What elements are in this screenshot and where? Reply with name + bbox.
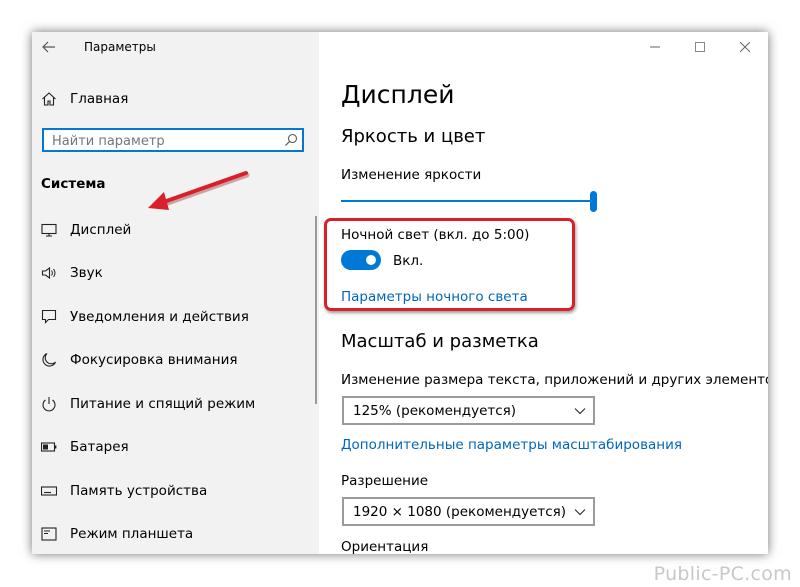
sidebar-item-label: Уведомления и действия (70, 308, 249, 325)
toggle-state-label: Вкл. (393, 253, 424, 269)
resolution-label: Разрешение (341, 473, 429, 489)
minimize-button[interactable] (646, 38, 664, 56)
sidebar-item-tablet-mode[interactable]: Режим планшета (32, 513, 319, 555)
brightness-color-heading: Яркость и цвет (341, 126, 486, 147)
sidebar-item-notifications[interactable]: Уведомления и действия (32, 295, 319, 339)
notification-icon (40, 308, 58, 326)
night-light-label: Ночной свет (вкл. до 5:00) (341, 227, 530, 243)
chevron-down-icon (574, 509, 586, 516)
sidebar-item-label: Режим планшета (70, 526, 194, 543)
close-icon (740, 42, 750, 52)
speaker-icon (40, 264, 58, 282)
brightness-slider-thumb[interactable] (590, 191, 597, 212)
maximize-button[interactable] (691, 38, 709, 56)
page-title: Дисплей (341, 80, 455, 109)
brightness-label: Изменение яркости (341, 167, 482, 183)
resolution-selected-value: 1920 × 1080 (рекомендуется) (353, 504, 567, 520)
settings-window: Параметры Главная Система (32, 32, 768, 554)
scale-selected-value: 125% (рекомендуется) (353, 403, 517, 419)
moon-icon (40, 351, 58, 369)
toggle-knob (366, 255, 376, 265)
search-input[interactable] (50, 132, 280, 150)
sidebar-item-label: Главная (70, 91, 129, 107)
sidebar-item-sound[interactable]: Звук (32, 252, 319, 296)
minimize-icon (650, 46, 660, 48)
maximize-icon (695, 42, 705, 52)
sidebar-item-label: Питание и спящий режим (70, 395, 256, 412)
sidebar-item-label: Фокусировка внимания (70, 352, 238, 369)
battery-icon (40, 438, 58, 456)
resolution-dropdown[interactable]: 1920 × 1080 (рекомендуется) (342, 497, 595, 526)
sidebar: Параметры Главная Система (32, 32, 319, 554)
orientation-label: Ориентация (341, 539, 429, 554)
tablet-icon (40, 525, 58, 543)
storage-icon (40, 482, 58, 500)
sidebar-item-home[interactable]: Главная (32, 84, 319, 114)
watermark: Public-PC.com (653, 563, 792, 585)
sidebar-item-battery[interactable]: Батарея (32, 426, 319, 470)
night-light-toggle[interactable] (341, 250, 381, 270)
back-button[interactable] (38, 36, 60, 58)
home-icon (40, 90, 58, 108)
window-title: Параметры (84, 40, 156, 54)
sidebar-item-label: Дисплей (70, 221, 132, 238)
scale-dropdown[interactable]: 125% (рекомендуется) (342, 396, 595, 425)
section-title: Система (41, 176, 106, 192)
sidebar-item-label: Звук (70, 265, 103, 282)
search-icon[interactable] (284, 133, 298, 147)
window-controls (628, 32, 768, 62)
sidebar-item-focus-assist[interactable]: Фокусировка внимания (32, 339, 319, 383)
sidebar-item-storage[interactable]: Память устройства (32, 469, 319, 513)
chevron-down-icon (574, 408, 586, 415)
sidebar-item-label: Память устройства (70, 482, 208, 499)
brightness-slider-track[interactable] (341, 200, 593, 202)
close-button[interactable] (736, 38, 754, 56)
search-field[interactable] (42, 128, 304, 152)
power-icon (40, 395, 58, 413)
sidebar-nav-list: Дисплей Звук Уведомления и действия Фоку… (32, 208, 319, 554)
advanced-scaling-link[interactable]: Дополнительные параметры масштабирования (341, 437, 682, 453)
back-arrow-icon (42, 41, 55, 53)
sidebar-item-label: Батарея (70, 439, 129, 456)
title-bar: Параметры (32, 32, 319, 62)
sidebar-item-display[interactable]: Дисплей (32, 208, 319, 252)
scale-label: Изменение размера текста, приложений и д… (341, 372, 768, 388)
display-icon (40, 221, 58, 239)
scale-layout-heading: Масштаб и разметка (341, 331, 539, 352)
sidebar-item-power[interactable]: Питание и спящий режим (32, 382, 319, 426)
sidebar-scrollbar[interactable] (315, 216, 317, 404)
content-pane: Дисплей Яркость и цвет Изменение яркости… (319, 32, 768, 554)
night-light-settings-link[interactable]: Параметры ночного света (341, 289, 528, 305)
